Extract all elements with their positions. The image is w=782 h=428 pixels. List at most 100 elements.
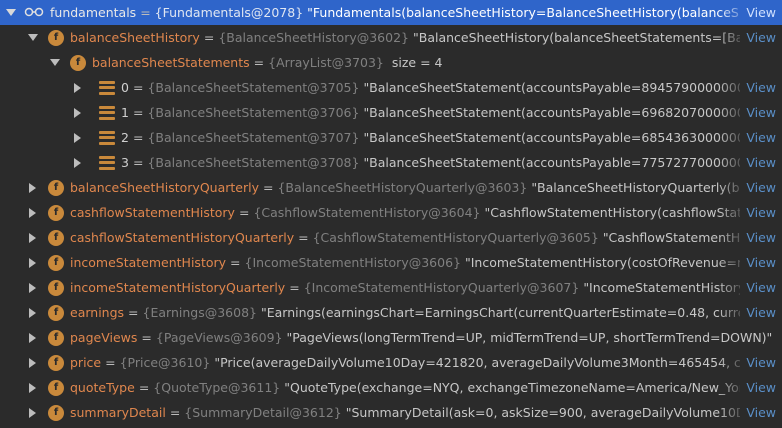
expand-arrow-icon[interactable] bbox=[28, 282, 38, 293]
field-name: summaryDetail bbox=[70, 405, 166, 420]
tree-row-field[interactable]: f cashflowStatementHistoryQuarterly = {C… bbox=[0, 225, 782, 250]
view-link[interactable]: View bbox=[740, 0, 782, 25]
view-link[interactable]: View bbox=[740, 225, 782, 250]
tree-row-field[interactable]: f cashflowStatementHistory = {CashflowSt… bbox=[0, 200, 782, 225]
tree-row-balance-sheet-statements[interactable]: f balanceSheetStatements = {ArrayList@37… bbox=[0, 50, 782, 75]
element-index: 0 bbox=[121, 80, 129, 95]
tree-row-list-item[interactable]: 2 = {BalanceSheetStatement@3707} "Balanc… bbox=[0, 125, 782, 150]
element-index: 1 bbox=[121, 105, 129, 120]
object-reference: {IncomeStatementHistoryQuarterly@3607} bbox=[303, 280, 580, 295]
field-name: price bbox=[70, 355, 102, 370]
field-icon: f bbox=[48, 279, 64, 296]
tree-row-field[interactable]: f price = {Price@3610} "Price(averageDai… bbox=[0, 350, 782, 375]
field-name: balanceSheetHistoryQuarterly bbox=[70, 180, 259, 195]
field-name: balanceSheetHistory bbox=[70, 30, 200, 45]
collection-size: size = 4 bbox=[391, 55, 443, 70]
list-element-icon bbox=[99, 105, 115, 120]
list-element-icon bbox=[99, 155, 115, 170]
equals-sign: = bbox=[140, 5, 151, 20]
view-link[interactable]: View bbox=[740, 350, 782, 375]
equals-sign: = bbox=[132, 155, 144, 170]
object-reference: {BalanceSheetStatement@3705} bbox=[147, 80, 360, 95]
field-value: "Price(averageDailyVolume10Day=421820, a… bbox=[214, 355, 769, 370]
field-name: incomeStatementHistory bbox=[70, 255, 227, 270]
view-link[interactable]: View bbox=[740, 75, 782, 100]
variables-tree: fundamentals = {Fundamentals@2078} "Fund… bbox=[0, 0, 782, 428]
tree-row-field[interactable]: f summaryDetail = {SummaryDetail@3612} "… bbox=[0, 400, 782, 425]
field-value: "Earnings(earningsChart=EarningsChart(cu… bbox=[261, 305, 771, 320]
view-link[interactable]: View bbox=[740, 275, 782, 300]
collapse-arrow-icon[interactable] bbox=[28, 33, 38, 43]
object-reference: {BalanceSheetHistory@3602} bbox=[218, 30, 409, 45]
tree-row-list-item[interactable]: 0 = {BalanceSheetStatement@3705} "Balanc… bbox=[0, 75, 782, 100]
field-name: cashflowStatementHistory bbox=[70, 205, 235, 220]
expand-arrow-icon[interactable] bbox=[28, 407, 38, 418]
tree-row-fundamentals[interactable]: fundamentals = {Fundamentals@2078} "Fund… bbox=[0, 0, 782, 25]
view-link[interactable]: View bbox=[740, 375, 782, 400]
object-reference: {QuoteType@3611} bbox=[153, 380, 281, 395]
tree-row-field[interactable]: f quoteType = {QuoteType@3611} "QuoteTyp… bbox=[0, 375, 782, 400]
tree-row-field[interactable]: f earnings = {Earnings@3608} "Earnings(e… bbox=[0, 300, 782, 325]
field-name: cashflowStatementHistoryQuarterly bbox=[70, 230, 295, 245]
expand-arrow-icon[interactable] bbox=[28, 307, 38, 318]
field-name: pageViews bbox=[70, 330, 138, 345]
view-link[interactable]: View bbox=[740, 300, 782, 325]
expand-arrow-icon[interactable] bbox=[28, 182, 38, 193]
element-index: 2 bbox=[121, 130, 129, 145]
object-reference: {BalanceSheetHistoryQuarterly@3603} bbox=[277, 180, 528, 195]
tree-row-field[interactable]: f incomeStatementHistory = {IncomeStatem… bbox=[0, 250, 782, 275]
expand-arrow-icon[interactable] bbox=[28, 332, 38, 343]
equals-sign: = bbox=[105, 355, 116, 370]
field-icon: f bbox=[48, 379, 64, 396]
field-icon: f bbox=[48, 329, 64, 346]
field-value: "SummaryDetail(ask=0, askSize=900, avera… bbox=[345, 405, 782, 420]
tree-row-field[interactable]: f pageViews = {PageViews@3609} "PageView… bbox=[0, 325, 782, 350]
equals-sign: = bbox=[132, 80, 144, 95]
object-reference: {PageViews@3609} bbox=[155, 330, 283, 345]
field-name: fundamentals bbox=[50, 5, 137, 20]
equals-sign: = bbox=[253, 55, 265, 70]
collapse-arrow-icon[interactable] bbox=[6, 8, 16, 18]
tree-row-field[interactable]: f incomeStatementHistoryQuarterly = {Inc… bbox=[0, 275, 782, 300]
field-icon: f bbox=[48, 354, 64, 371]
tree-row-balance-sheet-history[interactable]: f balanceSheetHistory = {BalanceSheetHis… bbox=[0, 25, 782, 50]
list-element-icon bbox=[99, 80, 115, 95]
view-link[interactable]: View bbox=[740, 25, 782, 50]
expand-arrow-icon[interactable] bbox=[28, 357, 38, 368]
view-link[interactable]: View bbox=[740, 200, 782, 225]
equals-sign: = bbox=[298, 230, 309, 245]
expand-arrow-icon[interactable] bbox=[28, 207, 38, 218]
view-link[interactable]: View bbox=[740, 400, 782, 425]
object-reference: {Price@3610} bbox=[119, 355, 211, 370]
view-link[interactable]: View bbox=[740, 175, 782, 200]
view-link[interactable]: View bbox=[740, 125, 782, 150]
field-icon: f bbox=[48, 179, 64, 196]
watch-glasses-icon bbox=[24, 5, 44, 20]
element-index: 3 bbox=[121, 155, 129, 170]
expand-arrow-icon[interactable] bbox=[28, 382, 38, 393]
collapse-arrow-icon[interactable] bbox=[50, 58, 60, 68]
tree-row-list-item[interactable]: 1 = {BalanceSheetStatement@3706} "Balanc… bbox=[0, 100, 782, 125]
field-value: "QuoteType(exchange=NYQ, exchangeTimezon… bbox=[284, 380, 760, 395]
equals-sign: = bbox=[203, 30, 215, 45]
expand-arrow-icon[interactable] bbox=[28, 257, 38, 268]
field-value: "PageViews(longTermTrend=UP, midTermTren… bbox=[286, 330, 773, 345]
view-link[interactable]: View bbox=[740, 100, 782, 125]
object-reference: {BalanceSheetStatement@3708} bbox=[147, 155, 360, 170]
expand-arrow-icon[interactable] bbox=[28, 232, 38, 243]
object-reference: {CashflowStatementHistory@3604} bbox=[253, 205, 481, 220]
view-link[interactable]: View bbox=[740, 250, 782, 275]
view-link[interactable]: View bbox=[740, 150, 782, 175]
equals-sign: = bbox=[141, 330, 152, 345]
tree-row-field[interactable]: f balanceSheetHistoryQuarterly = {Balanc… bbox=[0, 175, 782, 200]
tree-row-list-item[interactable]: 3 = {BalanceSheetStatement@3708} "Balanc… bbox=[0, 150, 782, 175]
field-icon: f bbox=[48, 204, 64, 221]
expand-arrow-icon[interactable] bbox=[73, 82, 83, 93]
field-icon: f bbox=[48, 254, 64, 271]
object-reference: {SummaryDetail@3612} bbox=[184, 405, 342, 420]
expand-arrow-icon[interactable] bbox=[73, 157, 83, 168]
expand-arrow-icon[interactable] bbox=[73, 107, 83, 118]
expand-arrow-icon[interactable] bbox=[73, 132, 83, 143]
field-icon: f bbox=[48, 304, 64, 321]
field-name: incomeStatementHistoryQuarterly bbox=[70, 280, 286, 295]
